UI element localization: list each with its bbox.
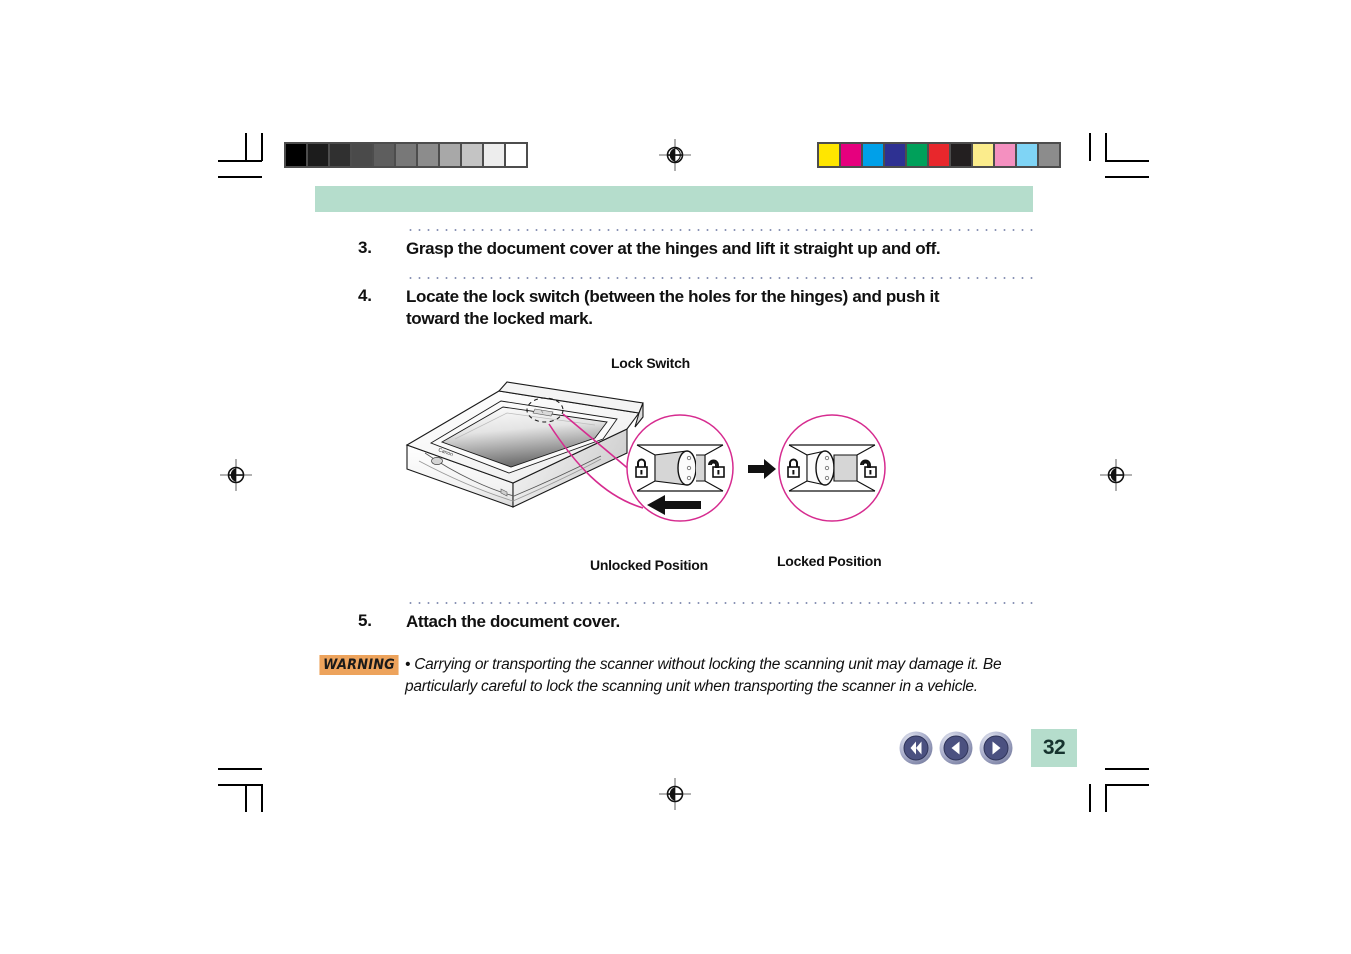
step-number: 3. [358, 238, 372, 257]
gray-swatch [462, 144, 482, 166]
color-swatch [885, 144, 905, 166]
registration-target-left [220, 459, 252, 491]
gray-swatch [352, 144, 372, 166]
gray-swatch [440, 144, 460, 166]
registration-target-bottom [659, 778, 691, 810]
crop-mark-bottom-right-v [1105, 784, 1107, 812]
page-header-band [315, 186, 1033, 212]
page-number: 32 [1031, 729, 1077, 767]
color-swatch [973, 144, 993, 166]
warning-text: • Carrying or transporting the scanner wi… [405, 654, 1050, 699]
color-swatch [841, 144, 861, 166]
step-text: Locate the lock switch (between the hole… [406, 287, 940, 329]
color-swatch [951, 144, 971, 166]
crop-mark-top-left-v2 [261, 133, 263, 161]
warning-badge: WARNING [319, 655, 399, 675]
locked-position-callout [778, 414, 886, 522]
registration-target-right [1100, 459, 1132, 491]
transition-arrow [748, 459, 776, 479]
step-text: Attach the document cover. [406, 612, 620, 631]
warning-message: Carrying or transporting the scanner wit… [405, 656, 1002, 696]
next-page-button[interactable] [979, 731, 1013, 765]
gray-swatch [418, 144, 438, 166]
gray-swatch [286, 144, 306, 166]
grayscale-calibration-strip [284, 142, 528, 168]
gray-swatch [506, 144, 526, 166]
crop-mark-bottom-right-2 [1105, 784, 1149, 786]
crop-mark-top-right [1105, 160, 1149, 162]
crop-mark-bottom-right-v2 [1089, 784, 1091, 812]
crop-mark-top-right-v [1105, 133, 1107, 161]
crop-mark-top-left-v [245, 133, 247, 161]
color-swatch [1017, 144, 1037, 166]
crop-mark-bottom-left-v2 [261, 784, 263, 812]
document-page: 3. Grasp the document cover at the hinge… [0, 0, 1351, 954]
step-number: 4. [358, 286, 372, 305]
color-swatch [995, 144, 1015, 166]
previous-page-button[interactable] [939, 731, 973, 765]
step-text: Grasp the document cover at the hinges a… [406, 239, 941, 258]
unlocked-position-label: Unlocked Position [590, 557, 708, 573]
color-calibration-strip [817, 142, 1061, 168]
crop-mark-bottom-right [1105, 768, 1149, 770]
gray-swatch [396, 144, 416, 166]
crop-mark-top-right-v2 [1089, 133, 1091, 161]
crop-mark-bottom-left-2 [218, 784, 262, 786]
crop-mark-top-right-2 [1105, 176, 1149, 178]
color-swatch [819, 144, 839, 166]
color-swatch [929, 144, 949, 166]
first-page-button[interactable] [899, 731, 933, 765]
step-separator-rule [406, 602, 1034, 604]
gray-swatch [308, 144, 328, 166]
crop-mark-bottom-left [218, 768, 262, 770]
step-separator-rule [406, 277, 1034, 279]
step-number: 5. [358, 611, 372, 630]
gray-swatch [330, 144, 350, 166]
crop-mark-top-left [218, 160, 262, 162]
lock-switch-figure: Lock Switch Unlocked Position Locked Pos… [395, 345, 955, 590]
registration-target-top [659, 139, 691, 171]
arrow-right-icon [748, 459, 776, 479]
color-swatch [863, 144, 883, 166]
gray-swatch [374, 144, 394, 166]
crop-mark-bottom-left-v [245, 784, 247, 812]
color-swatch [1039, 144, 1059, 166]
locked-position-label: Locked Position [777, 553, 882, 569]
gray-swatch [484, 144, 504, 166]
color-swatch [907, 144, 927, 166]
warning-bullet: • [405, 656, 411, 673]
unlocked-position-callout [626, 414, 734, 522]
crop-mark-top-left-2 [218, 176, 262, 178]
step-separator-rule [406, 229, 1034, 231]
